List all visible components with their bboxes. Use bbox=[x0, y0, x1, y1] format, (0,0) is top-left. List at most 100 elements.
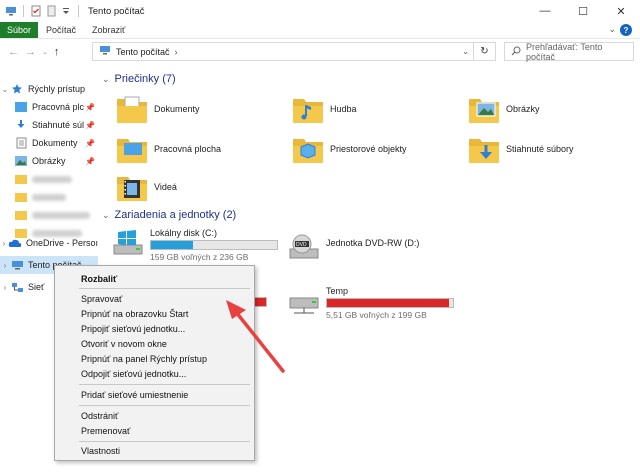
refresh-button[interactable]: ↻ bbox=[473, 43, 495, 60]
pictures-icon bbox=[14, 155, 28, 167]
group-title: Priečinky (7) bbox=[114, 73, 176, 85]
folder-item-3d-objects[interactable]: Priestorové objekty bbox=[292, 134, 407, 164]
chevron-right-icon[interactable]: › bbox=[0, 239, 8, 248]
drive-label: Jednotka DVD-RW (D:) bbox=[326, 238, 420, 248]
sidebar-item-label: Stiahnuté súl bbox=[32, 120, 85, 130]
drive-item-c[interactable]: Lokálny disk (C:) 159 GB voľných z 236 G… bbox=[112, 228, 278, 262]
sidebar-item-label: OneDrive - Persoı bbox=[25, 238, 98, 248]
folder-label: Pracovná plocha bbox=[154, 144, 222, 154]
ribbon-tabs: Súbor Počítač Zobraziť ⌄ ? bbox=[0, 22, 640, 39]
address-bar[interactable]: Tento počítač › ⌄ ↻ bbox=[92, 42, 496, 61]
chevron-down-icon[interactable]: ⌄ bbox=[102, 74, 110, 85]
chevron-down-icon[interactable]: ⌄ bbox=[102, 210, 110, 221]
menu-item-delete[interactable]: Odstrániť bbox=[81, 411, 118, 421]
chevron-down-icon[interactable]: ⌄ bbox=[0, 85, 10, 94]
group-title: Zariadenia a jednotky (2) bbox=[114, 209, 237, 221]
pin-icon: 📌 bbox=[85, 156, 95, 166]
network-drive-icon bbox=[289, 297, 319, 314]
drive-usage-fill bbox=[327, 299, 450, 307]
documents-folder-icon bbox=[117, 96, 147, 123]
3d-objects-folder-icon bbox=[293, 139, 323, 163]
drive-label: Lokálny disk (C:) bbox=[150, 228, 218, 238]
folder-item-music[interactable]: Hudba bbox=[292, 94, 357, 124]
maximize-button[interactable]: ☐ bbox=[564, 0, 602, 22]
folder-label: Dokumenty bbox=[154, 104, 200, 114]
minimize-button[interactable]: — bbox=[526, 0, 564, 22]
folder-item-pictures[interactable]: Obrázky bbox=[468, 94, 540, 124]
tab-computer[interactable]: Počítač bbox=[38, 22, 84, 38]
sidebar-item-documents[interactable]: Dokumenty 📌 bbox=[0, 134, 98, 152]
chevron-down-icon[interactable]: ⌄ bbox=[462, 47, 469, 56]
drive-item-temp[interactable]: Temp 5,51 GB voľných z 199 GB bbox=[288, 286, 454, 320]
sidebar-item-folder[interactable] bbox=[0, 188, 98, 206]
quick-access-toolbar bbox=[0, 5, 82, 17]
menu-item-disconnect-network-drive[interactable]: Odpojiť sieťovú jednotku... bbox=[81, 369, 186, 379]
pc-icon bbox=[5, 5, 17, 17]
title-bar: Tento počítač — ☐ ✕ bbox=[0, 0, 640, 22]
windows-drive-icon bbox=[113, 230, 143, 255]
sidebar-item-quick-access[interactable]: ⌄ Rýchly prístup bbox=[0, 80, 98, 98]
folder-label: Obrázky bbox=[506, 104, 540, 114]
menu-item-properties[interactable]: Vlastnosti bbox=[81, 446, 120, 456]
pictures-folder-icon bbox=[469, 99, 499, 123]
folder-item-videos[interactable]: Videá bbox=[116, 172, 177, 202]
download-icon bbox=[14, 119, 28, 131]
menu-item-add-network-location[interactable]: Pridať sieťové umiestnenie bbox=[81, 390, 188, 400]
sidebar-item-folder[interactable] bbox=[0, 170, 98, 188]
menu-item-open-new-window[interactable]: Otvoriť v novom okne bbox=[81, 339, 167, 349]
group-folders-header[interactable]: ⌄ Priečinky (7) bbox=[102, 73, 176, 85]
chevron-right-icon[interactable]: › bbox=[0, 261, 10, 270]
recent-locations-icon[interactable]: ⌄ bbox=[42, 48, 48, 56]
back-icon[interactable]: ← bbox=[8, 46, 19, 58]
properties-icon[interactable] bbox=[30, 5, 42, 17]
drive-item-dvd[interactable]: DVD Jednotka DVD-RW (D:) bbox=[288, 232, 419, 262]
drive-label: Temp bbox=[326, 286, 349, 296]
menu-item-manage[interactable]: Spravovať bbox=[81, 294, 122, 304]
forward-icon[interactable]: → bbox=[25, 46, 36, 58]
up-icon[interactable]: ↑ bbox=[54, 46, 60, 58]
nav-buttons: ← → ⌄ ↑ bbox=[0, 46, 59, 58]
redacted-label bbox=[32, 211, 90, 219]
chevron-right-icon[interactable]: › bbox=[175, 47, 178, 57]
sidebar-item-folder[interactable] bbox=[0, 206, 98, 224]
sidebar-item-desktop[interactable]: Pracovná plc 📌 bbox=[0, 98, 98, 116]
chevron-right-icon[interactable]: › bbox=[0, 283, 10, 292]
sidebar-item-pictures[interactable]: Obrázky 📌 bbox=[0, 152, 98, 170]
pin-icon: 📌 bbox=[85, 102, 95, 112]
menu-item-rename[interactable]: Premenovať bbox=[81, 426, 130, 436]
expand-ribbon-icon[interactable]: ⌄ bbox=[608, 24, 616, 35]
menu-item-expand[interactable]: Rozbaliť bbox=[81, 274, 117, 284]
sidebar-item-onedrive[interactable]: › OneDrive - Persoı bbox=[0, 234, 98, 252]
search-input[interactable]: Prehľadávať: Tento počítač bbox=[504, 41, 634, 62]
toolbar-divider bbox=[78, 5, 79, 17]
folder-item-desktop[interactable]: Pracovná plocha bbox=[116, 134, 221, 164]
redacted-label bbox=[32, 175, 72, 183]
folder-item-documents[interactable]: Dokumenty bbox=[116, 94, 200, 124]
tab-view[interactable]: Zobraziť bbox=[84, 22, 133, 38]
pc-icon bbox=[99, 45, 111, 58]
customize-toolbar-icon[interactable] bbox=[60, 5, 72, 17]
group-drives-header[interactable]: ⌄ Zariadenia a jednotky (2) bbox=[102, 209, 236, 221]
drive-usage-fill bbox=[151, 241, 193, 249]
drive-free-space: 5,51 GB voľných z 199 GB bbox=[326, 310, 427, 320]
network-icon bbox=[10, 281, 24, 293]
search-icon bbox=[511, 46, 521, 58]
window-title: Tento počítač bbox=[88, 5, 145, 17]
folder-item-downloads[interactable]: Stiahnuté súbory bbox=[468, 134, 574, 164]
new-folder-icon[interactable] bbox=[45, 5, 57, 17]
menu-separator bbox=[79, 288, 250, 289]
menu-separator bbox=[79, 405, 250, 406]
menu-item-pin-quick-access[interactable]: Pripnúť na panel Rýchly prístup bbox=[81, 354, 207, 364]
help-icon[interactable]: ? bbox=[620, 24, 632, 36]
menu-item-pin-to-start[interactable]: Pripnúť na obrazovku Štart bbox=[81, 309, 188, 319]
menu-item-map-network-drive[interactable]: Pripojiť sieťovú jednotku... bbox=[81, 324, 185, 334]
close-button[interactable]: ✕ bbox=[602, 0, 640, 22]
sidebar-item-label: Pracovná plc bbox=[32, 102, 85, 112]
pin-icon: 📌 bbox=[85, 120, 95, 130]
menu-separator bbox=[79, 384, 250, 385]
sidebar-item-downloads[interactable]: Stiahnuté súl 📌 bbox=[0, 116, 98, 134]
documents-icon bbox=[14, 137, 28, 149]
videos-folder-icon bbox=[117, 177, 147, 201]
search-placeholder: Prehľadávať: Tento počítač bbox=[526, 41, 603, 62]
tab-file[interactable]: Súbor bbox=[0, 22, 39, 38]
